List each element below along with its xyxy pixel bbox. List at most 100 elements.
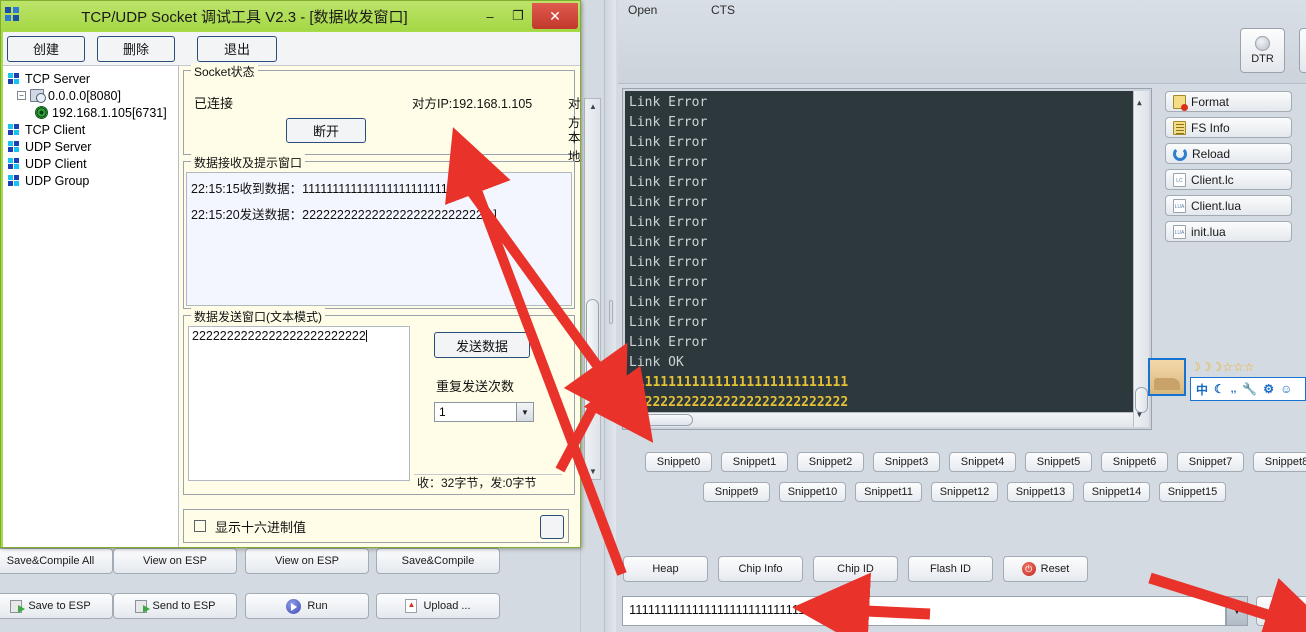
fs-button-client-lua[interactable]: LUA Client.lua	[1165, 195, 1292, 216]
snippet-button-snippet15[interactable]: Snippet15	[1159, 482, 1226, 502]
delete-button[interactable]: 删除	[97, 35, 175, 62]
save-compile-label: Save&Compile	[401, 555, 475, 567]
upload-button[interactable]: Upload ...	[376, 593, 500, 619]
scroll-down-icon[interactable]: ▼	[589, 467, 597, 476]
send-group: 数据发送窗口(文本模式) 2222222222222222222222222 发…	[183, 308, 575, 495]
info-button-flash-id[interactable]: Flash ID	[908, 556, 993, 582]
snippet-button-snippet1[interactable]: Snippet1	[721, 452, 788, 472]
blue-squares-icon	[8, 72, 21, 85]
repeat-count-select[interactable]: 1 ▼	[434, 402, 534, 422]
fs-button-reload[interactable]: Reload	[1165, 143, 1292, 164]
send-to-esp-button[interactable]: Send to ESP	[113, 593, 237, 619]
terminal-hscrollbar-thumb[interactable]	[639, 414, 693, 426]
terminal-scroll-left-icon[interactable]: ◀	[628, 415, 633, 427]
save-to-esp-button[interactable]: Save to ESP	[0, 593, 113, 619]
snippet-button-snippet5[interactable]: Snippet5	[1025, 452, 1092, 472]
tree-item-label: TCP Server	[25, 71, 91, 86]
terminal-scroll-down-icon[interactable]: ▼	[1137, 405, 1142, 425]
info-button-heap[interactable]: Heap	[623, 556, 708, 582]
close-button[interactable]: ✕	[532, 3, 578, 29]
snippet-button-snippet13[interactable]: Snippet13	[1007, 482, 1074, 502]
snippet-button-snippet7[interactable]: Snippet7	[1177, 452, 1244, 472]
tree-item-udp-server[interactable]: UDP Server	[5, 138, 178, 155]
hex-extra-button[interactable]	[540, 515, 564, 539]
snippet-button-snippet8[interactable]: Snippet8	[1253, 452, 1306, 472]
terminal-line: Link Error	[629, 335, 708, 350]
minimize-button[interactable]: –	[476, 3, 504, 29]
tree-item-udp-client[interactable]: UDP Client	[5, 155, 178, 172]
upload-label: Upload ...	[423, 600, 471, 612]
fs-button-fs-info[interactable]: FS Info	[1165, 117, 1292, 138]
send-textarea[interactable]: 2222222222222222222222222	[188, 326, 410, 481]
punctuation-icon[interactable]: ,,	[1231, 384, 1237, 395]
smiley-icon[interactable]: ☺	[1280, 382, 1292, 396]
run-label: Run	[307, 600, 328, 612]
command-history-dropdown[interactable]: ▼	[1226, 596, 1248, 626]
info-button-reset[interactable]: ⏻ Reset	[1003, 556, 1088, 582]
moon-icon[interactable]: ☾	[1214, 382, 1225, 396]
info-button-chip-id[interactable]: Chip ID	[813, 556, 898, 582]
maximize-button[interactable]: ❐	[504, 3, 532, 29]
ime-skin-thumbnail[interactable]	[1148, 358, 1186, 396]
hex-checkbox[interactable]	[194, 520, 206, 532]
window-title: TCP/UDP Socket 调试工具 V2.3 - [数据收发窗口]	[81, 8, 408, 26]
command-input[interactable]: 11111111111111111111111111111	[622, 596, 1226, 626]
tree-item-tcp-client[interactable]: TCP Client	[5, 121, 178, 138]
snippet-button-snippet9[interactable]: Snippet9	[703, 482, 770, 502]
tree-item-0-0-0-0-8080[interactable]: − 0.0.0.0[8080]	[5, 87, 178, 104]
ime-status-bar[interactable]: 中 ☾ ,, 🔧 ⚙ ☺	[1190, 377, 1306, 401]
splitter-grip[interactable]	[609, 300, 613, 324]
terminal-panel: Link Error Link Error Link Error Link Error…	[622, 88, 1152, 430]
window-splitter[interactable]	[604, 0, 616, 632]
toolbox-icon[interactable]: ⚙	[1263, 382, 1274, 396]
background-vertical-scrollbar[interactable]: ▲ ▼	[584, 98, 601, 480]
send-command-button[interactable]: Send	[1256, 596, 1306, 626]
create-button[interactable]: 创建	[7, 35, 85, 62]
ime-language-label[interactable]: 中	[1196, 381, 1208, 398]
send-data-button[interactable]: 发送数据	[434, 332, 530, 358]
dtr-label: DTR	[1251, 53, 1274, 65]
dtr-button[interactable]: DTR	[1240, 28, 1285, 73]
receive-log[interactable]: 22:15:15收到数据：111111111111111111111111111…	[186, 172, 572, 306]
scroll-up-icon[interactable]: ▲	[589, 102, 597, 111]
title-bar[interactable]: TCP/UDP Socket 调试工具 V2.3 - [数据收发窗口] – ❐ …	[1, 1, 580, 31]
disconnect-button[interactable]: 断开	[286, 118, 366, 143]
snippet-button-snippet6[interactable]: Snippet6	[1101, 452, 1168, 472]
tree-item-tcp-server[interactable]: TCP Server	[5, 70, 178, 87]
fs-button-client-lc[interactable]: LC Client.lc	[1165, 169, 1292, 190]
terminal-scroll-up-icon[interactable]: ▲	[1137, 93, 1142, 113]
scrollbar-thumb[interactable]	[586, 299, 599, 389]
snippet-button-snippet2[interactable]: Snippet2	[797, 452, 864, 472]
terminal-output[interactable]: Link Error Link Error Link Error Link Error…	[625, 91, 1149, 427]
snippet-button-snippet0[interactable]: Snippet0	[645, 452, 712, 472]
view-on-esp-button-2[interactable]: View on ESP	[245, 548, 369, 574]
info-button-chip-info[interactable]: Chip Info	[718, 556, 803, 582]
socket-toolbar: 创建 删除 退出	[3, 32, 580, 66]
rts-button[interactable]: RTS	[1299, 28, 1306, 73]
snippet-button-snippet4[interactable]: Snippet4	[949, 452, 1016, 472]
chevron-down-icon[interactable]: ▼	[516, 403, 533, 421]
run-button[interactable]: Run	[245, 593, 369, 619]
tree-item-label: UDP Group	[25, 173, 90, 188]
tree-item-udp-group[interactable]: UDP Group	[5, 172, 178, 189]
chevron-down-icon: ▼	[1232, 606, 1242, 616]
snippet-button-snippet10[interactable]: Snippet10	[779, 482, 846, 502]
save-compile-button[interactable]: Save&Compile	[376, 548, 500, 574]
wrench-icon[interactable]: 🔧	[1242, 382, 1257, 396]
ime-toolbar[interactable]: ☽☽☽☆☆☆ 中 ☾ ,, 🔧 ⚙ ☺	[1148, 358, 1306, 404]
snippet-button-snippet12[interactable]: Snippet12	[931, 482, 998, 502]
snippet-button-snippet11[interactable]: Snippet11	[855, 482, 922, 502]
terminal-vertical-scrollbar[interactable]: ▲ ▼	[1133, 91, 1149, 427]
tree-expander-icon[interactable]: −	[17, 91, 26, 100]
snippet-button-snippet14[interactable]: Snippet14	[1083, 482, 1150, 502]
fs-button-format[interactable]: Format	[1165, 91, 1292, 112]
view-on-esp-button-1[interactable]: View on ESP	[113, 548, 237, 574]
connection-tree[interactable]: TCP Server − 0.0.0.0[8080] 192.168.1.105[67…	[3, 66, 179, 547]
tree-item-192-168-1-105-6731[interactable]: 192.168.1.105[6731]	[5, 104, 178, 121]
snippet-button-snippet3[interactable]: Snippet3	[873, 452, 940, 472]
terminal-horizontal-scrollbar[interactable]: ◀	[625, 412, 1133, 427]
exit-button[interactable]: 退出	[197, 35, 277, 62]
save-compile-all-button[interactable]: Save&Compile All	[0, 548, 113, 574]
terminal-line: Link Error	[629, 295, 708, 310]
fs-button-init-lua[interactable]: LUA init.lua	[1165, 221, 1292, 242]
